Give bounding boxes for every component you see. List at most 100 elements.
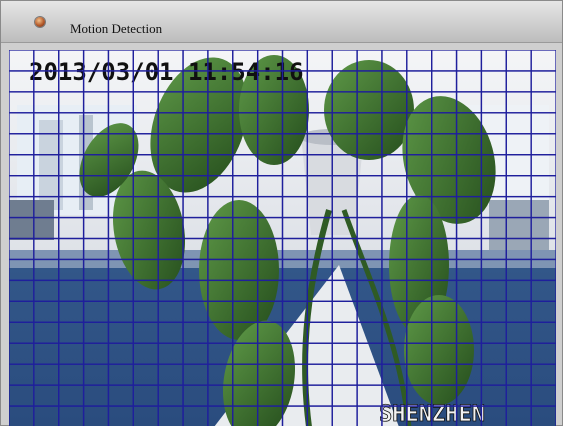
motion-grid-cell[interactable] bbox=[331, 175, 358, 198]
motion-grid-cell[interactable] bbox=[431, 195, 458, 219]
motion-grid-cell[interactable] bbox=[132, 216, 159, 240]
motion-grid-cell[interactable] bbox=[455, 216, 483, 240]
motion-grid-cell[interactable] bbox=[82, 133, 110, 156]
motion-grid-cell[interactable] bbox=[182, 195, 209, 219]
motion-grid-cell[interactable] bbox=[356, 112, 383, 135]
motion-grid-cell[interactable] bbox=[480, 133, 507, 156]
motion-grid-cell[interactable] bbox=[431, 70, 458, 93]
motion-grid-cell[interactable] bbox=[281, 405, 309, 426]
motion-grid-cell[interactable] bbox=[256, 342, 284, 365]
motion-grid-cell[interactable] bbox=[356, 50, 383, 72]
motion-grid-cell[interactable] bbox=[33, 112, 60, 135]
motion-grid-cell[interactable] bbox=[82, 405, 110, 426]
motion-grid-cell[interactable] bbox=[58, 112, 85, 135]
motion-grid-cell[interactable] bbox=[182, 384, 209, 407]
motion-grid-cell[interactable] bbox=[157, 195, 184, 219]
motion-grid-cell[interactable] bbox=[33, 91, 60, 114]
motion-grid-cell[interactable] bbox=[256, 175, 284, 198]
motion-grid-cell[interactable] bbox=[107, 258, 134, 282]
motion-grid-cell[interactable] bbox=[505, 237, 532, 261]
motion-grid-cell[interactable] bbox=[33, 384, 60, 407]
motion-grid-cell[interactable] bbox=[207, 91, 234, 114]
motion-grid-cell[interactable] bbox=[306, 216, 333, 240]
motion-grid-cell[interactable] bbox=[331, 195, 358, 219]
motion-grid-cell[interactable] bbox=[431, 216, 458, 240]
motion-grid-cell[interactable] bbox=[431, 405, 458, 426]
motion-grid-cell[interactable] bbox=[406, 154, 433, 177]
motion-grid-cell[interactable] bbox=[381, 154, 408, 177]
motion-grid-cell[interactable] bbox=[132, 300, 159, 323]
motion-grid-cell[interactable] bbox=[82, 70, 110, 93]
motion-grid-cell[interactable] bbox=[480, 258, 507, 282]
motion-grid-cell[interactable] bbox=[82, 321, 110, 344]
motion-grid-cell[interactable] bbox=[33, 363, 60, 386]
motion-grid-cell[interactable] bbox=[505, 405, 532, 426]
motion-grid-cell[interactable] bbox=[406, 175, 433, 198]
motion-grid-cell[interactable] bbox=[256, 300, 284, 323]
motion-grid-cell[interactable] bbox=[82, 195, 110, 219]
motion-grid-cell[interactable] bbox=[58, 216, 85, 240]
motion-grid-cell[interactable] bbox=[356, 91, 383, 114]
motion-grid-cell[interactable] bbox=[406, 70, 433, 93]
motion-grid-cell[interactable] bbox=[232, 216, 259, 240]
motion-grid-cell[interactable] bbox=[530, 384, 556, 407]
motion-grid-cell[interactable] bbox=[58, 405, 85, 426]
motion-grid-cell[interactable] bbox=[256, 133, 284, 156]
motion-grid-cell[interactable] bbox=[157, 216, 184, 240]
motion-grid-cell[interactable] bbox=[530, 321, 556, 344]
motion-grid-cell[interactable] bbox=[281, 175, 309, 198]
motion-grid-cell[interactable] bbox=[9, 175, 35, 198]
motion-grid-cell[interactable] bbox=[505, 342, 532, 365]
motion-grid-cell[interactable] bbox=[306, 112, 333, 135]
motion-grid-cell[interactable] bbox=[281, 279, 309, 302]
motion-grid-cell[interactable] bbox=[356, 300, 383, 323]
motion-grid-cell[interactable] bbox=[480, 154, 507, 177]
motion-grid-cell[interactable] bbox=[505, 384, 532, 407]
motion-grid-cell[interactable] bbox=[157, 237, 184, 261]
motion-grid-cell[interactable] bbox=[455, 258, 483, 282]
motion-grid-cell[interactable] bbox=[530, 133, 556, 156]
motion-grid-cell[interactable] bbox=[306, 154, 333, 177]
motion-grid-cell[interactable] bbox=[480, 405, 507, 426]
motion-grid-cell[interactable] bbox=[505, 91, 532, 114]
motion-grid-cell[interactable] bbox=[331, 91, 358, 114]
motion-grid-cell[interactable] bbox=[33, 195, 60, 219]
motion-grid-cell[interactable] bbox=[256, 154, 284, 177]
motion-grid-cell[interactable] bbox=[182, 50, 209, 72]
motion-grid-cell[interactable] bbox=[406, 112, 433, 135]
motion-grid-cell[interactable] bbox=[480, 70, 507, 93]
motion-grid-cell[interactable] bbox=[33, 342, 60, 365]
motion-grid-cell[interactable] bbox=[431, 258, 458, 282]
motion-grid-cell[interactable] bbox=[281, 216, 309, 240]
motion-grid-cell[interactable] bbox=[82, 112, 110, 135]
motion-grid-cell[interactable] bbox=[58, 258, 85, 282]
motion-grid-cell[interactable] bbox=[431, 154, 458, 177]
motion-grid-cell[interactable] bbox=[455, 154, 483, 177]
motion-grid-cell[interactable] bbox=[9, 154, 35, 177]
motion-grid-cell[interactable] bbox=[306, 363, 333, 386]
motion-grid-cell[interactable] bbox=[431, 237, 458, 261]
motion-grid-cell[interactable] bbox=[381, 258, 408, 282]
motion-grid-cell[interactable] bbox=[157, 50, 184, 72]
motion-grid-cell[interactable] bbox=[33, 405, 60, 426]
motion-grid-cell[interactable] bbox=[82, 342, 110, 365]
motion-grid-cell[interactable] bbox=[505, 50, 532, 72]
motion-grid-cell[interactable] bbox=[306, 70, 333, 93]
motion-grid-cell[interactable] bbox=[406, 300, 433, 323]
motion-grid-cell[interactable] bbox=[431, 91, 458, 114]
motion-grid-cell[interactable] bbox=[455, 133, 483, 156]
motion-grid-cell[interactable] bbox=[331, 50, 358, 72]
motion-grid-cell[interactable] bbox=[207, 112, 234, 135]
motion-grid-cell[interactable] bbox=[107, 154, 134, 177]
motion-grid-cell[interactable] bbox=[505, 363, 532, 386]
motion-grid-cell[interactable] bbox=[82, 363, 110, 386]
motion-grid-cell[interactable] bbox=[33, 70, 60, 93]
motion-grid-cell[interactable] bbox=[256, 237, 284, 261]
motion-grid-cell[interactable] bbox=[455, 195, 483, 219]
motion-grid-cell[interactable] bbox=[381, 70, 408, 93]
motion-grid-cell[interactable] bbox=[232, 342, 259, 365]
motion-grid-cell[interactable] bbox=[381, 237, 408, 261]
motion-grid-cell[interactable] bbox=[9, 384, 35, 407]
motion-grid-cell[interactable] bbox=[58, 133, 85, 156]
motion-grid-cell[interactable] bbox=[306, 342, 333, 365]
